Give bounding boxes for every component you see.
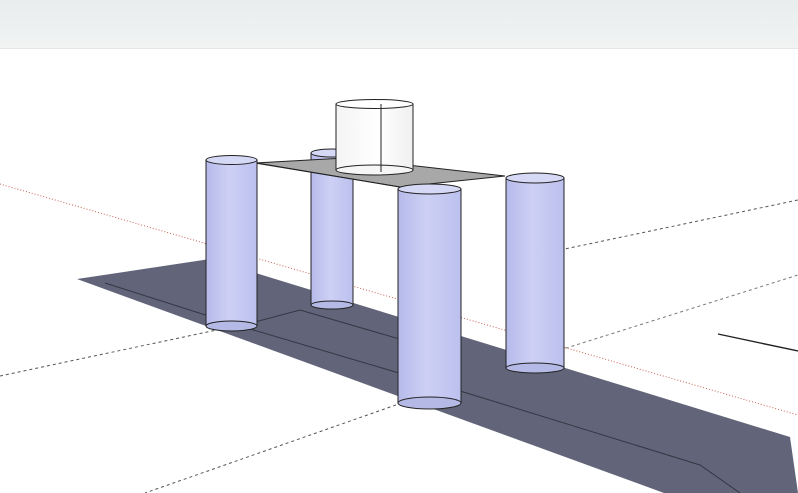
column-front[interactable] — [397, 183, 462, 410]
black-axis-solid — [717, 333, 798, 352]
column-right[interactable] — [505, 172, 565, 374]
blue-axis-dotted — [144, 392, 431, 493]
green-axis-dotted-right — [559, 274, 798, 351]
green-axis-dotted-upper — [559, 199, 798, 251]
modeling-viewport[interactable] — [0, 0, 798, 493]
scene-canvas[interactable] — [0, 0, 798, 493]
green-axis-dotted-lower — [0, 324, 241, 377]
water-tank[interactable] — [335, 99, 414, 176]
column-left[interactable] — [205, 155, 258, 332]
